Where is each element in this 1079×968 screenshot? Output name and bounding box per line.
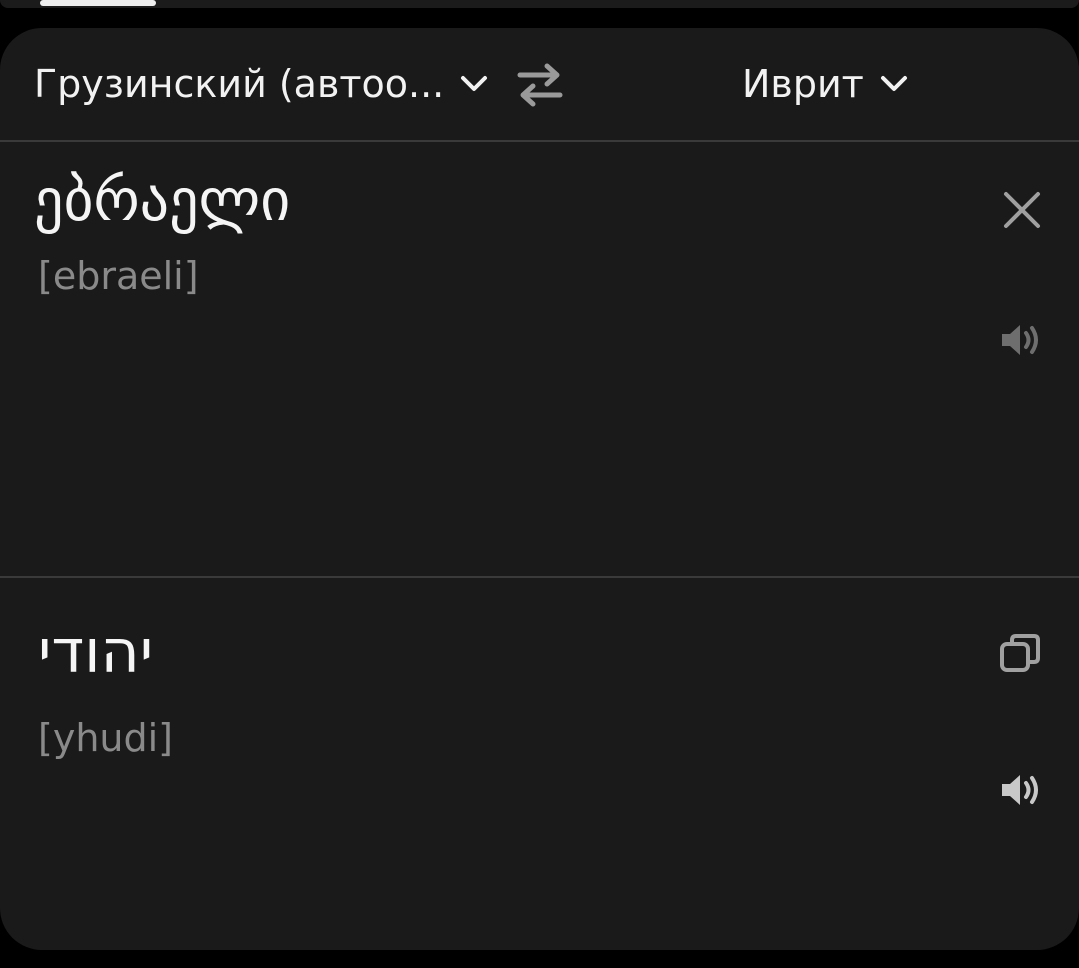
speaker-icon — [1002, 775, 1038, 805]
language-bar: Грузинский (автоо... Иврит — [0, 28, 1079, 142]
source-language-label: Грузинский (автоо... — [34, 62, 445, 106]
copy-icon — [1000, 634, 1040, 672]
chevron-down-icon — [460, 75, 488, 97]
chevron-down-icon — [880, 75, 908, 97]
translation-result-area: יהודי [yhudi] — [0, 578, 1079, 950]
swap-languages-button[interactable] — [514, 62, 566, 108]
source-language-selector[interactable]: Грузинский (автоо... — [34, 58, 488, 110]
translator-card: Грузинский (автоо... Иврит ებრაელი [ebra… — [0, 28, 1079, 950]
close-icon — [1004, 192, 1040, 228]
translation-transliteration: [yhudi] — [38, 716, 173, 760]
clear-button[interactable] — [1000, 188, 1044, 232]
target-language-selector[interactable]: Иврит — [742, 58, 908, 110]
tab-indicator — [40, 0, 156, 6]
source-text[interactable]: ებრაელი — [34, 164, 290, 236]
source-transliteration: [ebraeli] — [38, 254, 199, 298]
translation-speak-button[interactable] — [998, 770, 1046, 810]
source-speak-button[interactable] — [998, 320, 1046, 360]
swap-arrows-icon — [517, 63, 563, 107]
source-input-area[interactable]: ებრაელი [ebraeli] — [0, 142, 1079, 578]
copy-button[interactable] — [998, 632, 1042, 676]
speaker-icon — [1002, 325, 1038, 355]
target-language-label: Иврит — [742, 62, 864, 106]
previous-card-edge — [0, 0, 1079, 8]
translation-text: יהודי — [38, 617, 154, 687]
